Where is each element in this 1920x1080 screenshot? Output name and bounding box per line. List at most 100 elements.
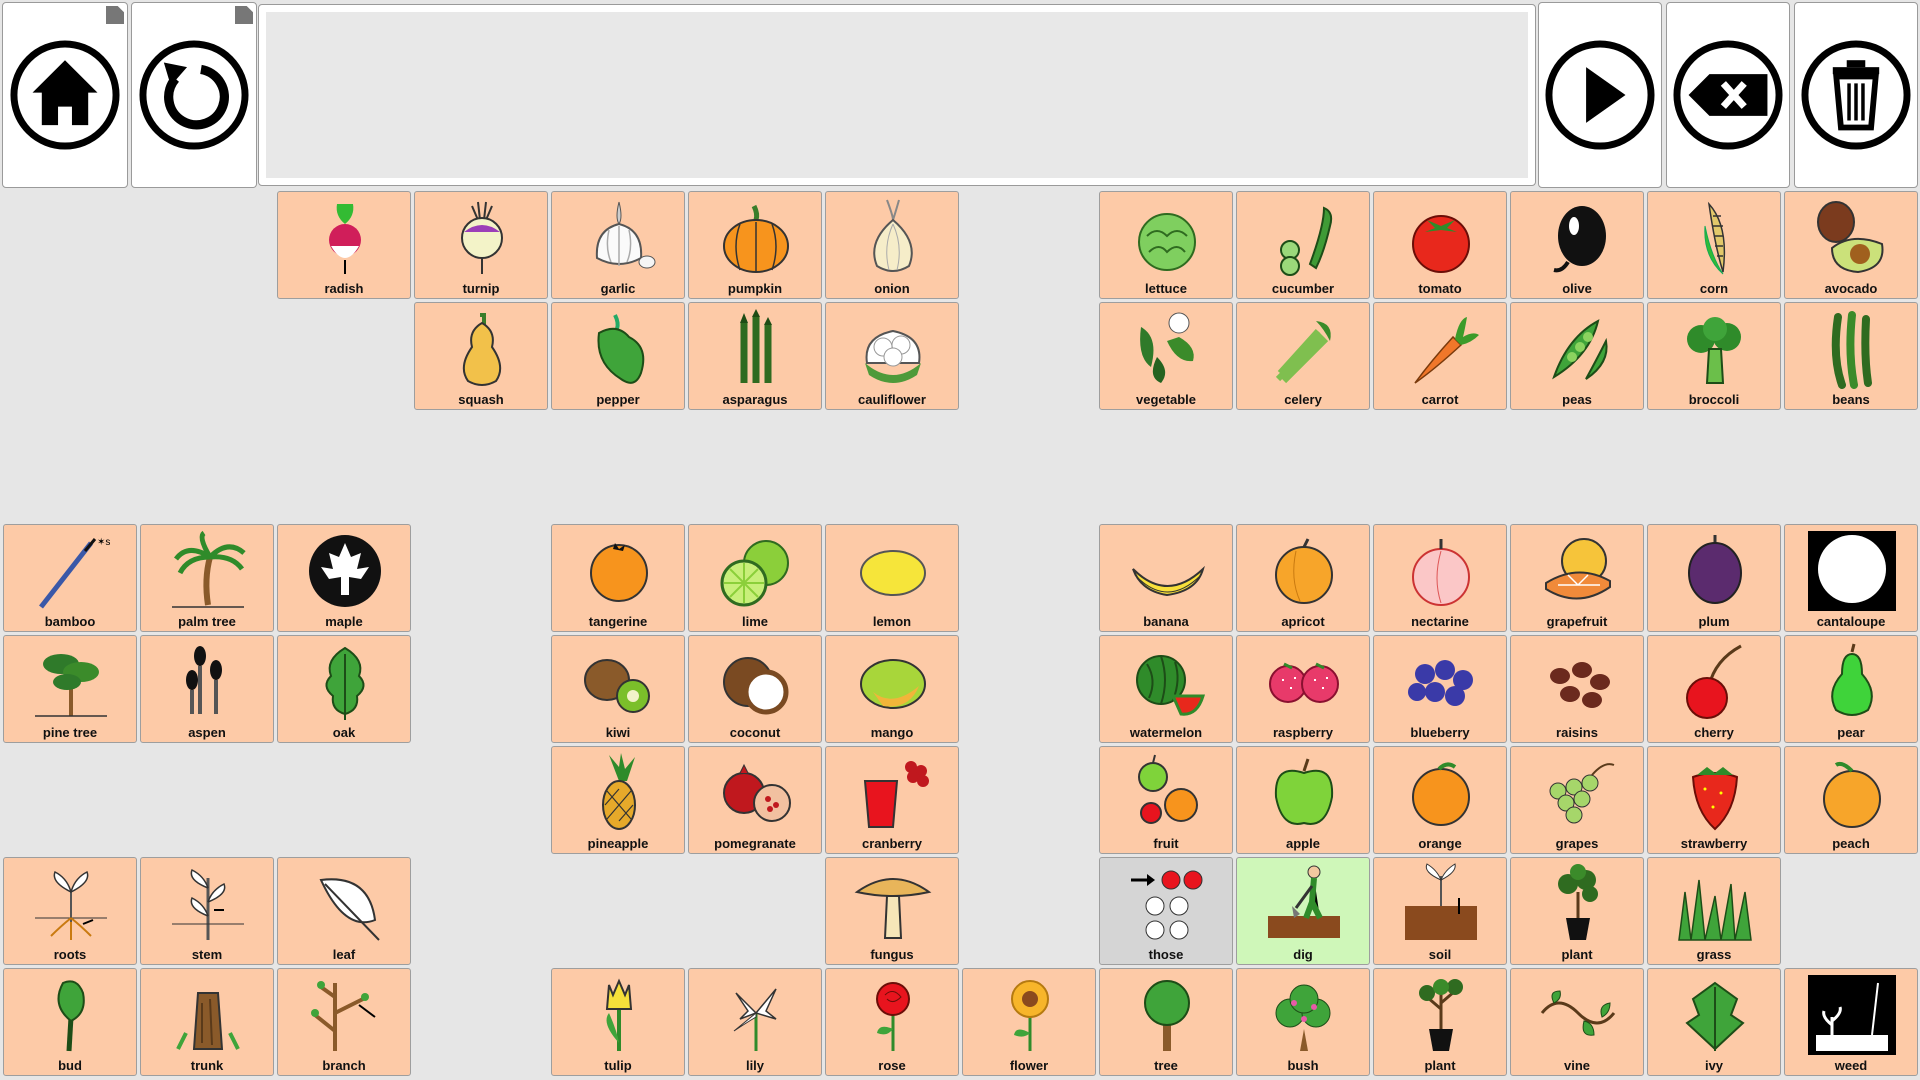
pine-tree-icon bbox=[35, 654, 107, 717]
tile-beans[interactable]: beans bbox=[1784, 302, 1918, 410]
tile-broccoli[interactable]: broccoli bbox=[1647, 302, 1781, 410]
tile-mango[interactable]: mango bbox=[825, 635, 959, 743]
tile-bud[interactable]: bud bbox=[3, 968, 137, 1076]
tile-pomegranate[interactable]: pomegranate bbox=[688, 746, 822, 854]
tile-apricot[interactable]: apricot bbox=[1236, 524, 1370, 632]
tile-rose[interactable]: rose bbox=[825, 968, 959, 1076]
tile-stem[interactable]: stem bbox=[140, 857, 274, 965]
tile-watermelon[interactable]: watermelon bbox=[1099, 635, 1233, 743]
flower-icon bbox=[1011, 980, 1049, 1051]
tile-peas[interactable]: peas bbox=[1510, 302, 1644, 410]
tile-tomato[interactable]: tomato bbox=[1373, 191, 1507, 299]
undo-button[interactable] bbox=[131, 2, 257, 188]
tile-grass[interactable]: grass bbox=[1647, 857, 1781, 965]
tile-tangerine[interactable]: tangerine bbox=[551, 524, 685, 632]
tile-turnip[interactable]: turnip bbox=[414, 191, 548, 299]
tile-maple[interactable]: maple bbox=[277, 524, 411, 632]
tile-cranberry[interactable]: cranberry bbox=[825, 746, 959, 854]
tile-garlic[interactable]: garlic bbox=[551, 191, 685, 299]
tile-vine[interactable]: vine bbox=[1510, 968, 1644, 1076]
tile-radish[interactable]: radish bbox=[277, 191, 411, 299]
tile-label: blueberry bbox=[1410, 725, 1470, 740]
tile-plum[interactable]: plum bbox=[1647, 524, 1781, 632]
tile-label: dig bbox=[1293, 947, 1313, 962]
tile-apple[interactable]: apple bbox=[1236, 746, 1370, 854]
tile-lime[interactable]: lime bbox=[688, 524, 822, 632]
tile-bamboo[interactable]: ✶s bamboo bbox=[3, 524, 137, 632]
tile-oak[interactable]: oak bbox=[277, 635, 411, 743]
tile-pear[interactable]: pear bbox=[1784, 635, 1918, 743]
tile-aspen[interactable]: aspen bbox=[140, 635, 274, 743]
tile-olive[interactable]: olive bbox=[1510, 191, 1644, 299]
tile-raspberry[interactable]: raspberry bbox=[1236, 635, 1370, 743]
tile-squash[interactable]: squash bbox=[414, 302, 548, 410]
tile-lettuce[interactable]: lettuce bbox=[1099, 191, 1233, 299]
home-icon bbox=[10, 40, 120, 150]
tile-fungus[interactable]: fungus bbox=[825, 857, 959, 965]
tile-label: cherry bbox=[1694, 725, 1734, 740]
tile-plant[interactable]: plant bbox=[1373, 968, 1507, 1076]
tile-carrot[interactable]: carrot bbox=[1373, 302, 1507, 410]
tile-flower[interactable]: flower bbox=[962, 968, 1096, 1076]
tile-lemon[interactable]: lemon bbox=[825, 524, 959, 632]
message-text[interactable] bbox=[266, 12, 1528, 178]
tile-soil[interactable]: soil bbox=[1373, 857, 1507, 965]
tile-palm-tree[interactable]: palm tree bbox=[140, 524, 274, 632]
tile-pineapple[interactable]: pineapple bbox=[551, 746, 685, 854]
speak-button[interactable] bbox=[1538, 2, 1662, 188]
tile-tulip[interactable]: tulip bbox=[551, 968, 685, 1076]
tile-lily[interactable]: lily bbox=[688, 968, 822, 1076]
tile-dig[interactable]: dig bbox=[1236, 857, 1370, 965]
tile-pepper[interactable]: pepper bbox=[551, 302, 685, 410]
tile-pine-tree[interactable]: pine tree bbox=[3, 635, 137, 743]
tile-trunk[interactable]: trunk bbox=[140, 968, 274, 1076]
home-button[interactable] bbox=[2, 2, 128, 188]
clear-button[interactable] bbox=[1794, 2, 1918, 188]
tile-those[interactable]: those bbox=[1099, 857, 1233, 965]
tile-label: aspen bbox=[188, 725, 226, 740]
coconut-icon bbox=[723, 657, 789, 715]
tile-nectarine[interactable]: nectarine bbox=[1373, 524, 1507, 632]
folder-corner-icon bbox=[235, 6, 253, 24]
tile-plant[interactable]: plant bbox=[1510, 857, 1644, 965]
tile-raisins[interactable]: raisins bbox=[1510, 635, 1644, 743]
tile-onion[interactable]: onion bbox=[825, 191, 959, 299]
tile-cherry[interactable]: cherry bbox=[1647, 635, 1781, 743]
tile-pumpkin[interactable]: pumpkin bbox=[688, 191, 822, 299]
tile-banana[interactable]: banana bbox=[1099, 524, 1233, 632]
tile-label: tomato bbox=[1418, 281, 1462, 296]
tile-grapefruit[interactable]: grapefruit bbox=[1510, 524, 1644, 632]
tile-vegetable[interactable]: vegetable bbox=[1099, 302, 1233, 410]
tile-weed[interactable]: weed bbox=[1784, 968, 1918, 1076]
tile-strawberry[interactable]: strawberry bbox=[1647, 746, 1781, 854]
dig-icon bbox=[1268, 865, 1340, 938]
tile-fruit[interactable]: fruit bbox=[1099, 746, 1233, 854]
tile-asparagus[interactable]: asparagus bbox=[688, 302, 822, 410]
tile-cucumber[interactable]: cucumber bbox=[1236, 191, 1370, 299]
cranberry-icon bbox=[863, 761, 929, 828]
tile-kiwi[interactable]: kiwi bbox=[551, 635, 685, 743]
tile-celery[interactable]: celery bbox=[1236, 302, 1370, 410]
lily-icon bbox=[733, 988, 777, 1051]
tile-branch[interactable]: branch bbox=[277, 968, 411, 1076]
tile-coconut[interactable]: coconut bbox=[688, 635, 822, 743]
tile-ivy[interactable]: ivy bbox=[1647, 968, 1781, 1076]
nectarine-icon bbox=[1412, 539, 1470, 606]
tile-label: nectarine bbox=[1411, 614, 1469, 629]
backspace-button[interactable] bbox=[1666, 2, 1790, 188]
tile-orange[interactable]: orange bbox=[1373, 746, 1507, 854]
tile-cauliflower[interactable]: cauliflower bbox=[825, 302, 959, 410]
tomato-icon bbox=[1412, 215, 1470, 273]
tile-label: branch bbox=[322, 1058, 366, 1073]
tile-corn[interactable]: corn bbox=[1647, 191, 1781, 299]
tile-bush[interactable]: bush bbox=[1236, 968, 1370, 1076]
tile-cantaloupe[interactable]: ✶ cantaloupe bbox=[1784, 524, 1918, 632]
tile-blueberry[interactable]: blueberry bbox=[1373, 635, 1507, 743]
tile-roots[interactable]: roots bbox=[3, 857, 137, 965]
tile-avocado[interactable]: avocado bbox=[1784, 191, 1918, 299]
tile-peach[interactable]: peach bbox=[1784, 746, 1918, 854]
message-bar[interactable] bbox=[258, 4, 1536, 186]
tile-grapes[interactable]: grapes bbox=[1510, 746, 1644, 854]
tile-leaf[interactable]: leaf bbox=[277, 857, 411, 965]
tile-tree[interactable]: tree bbox=[1099, 968, 1233, 1076]
